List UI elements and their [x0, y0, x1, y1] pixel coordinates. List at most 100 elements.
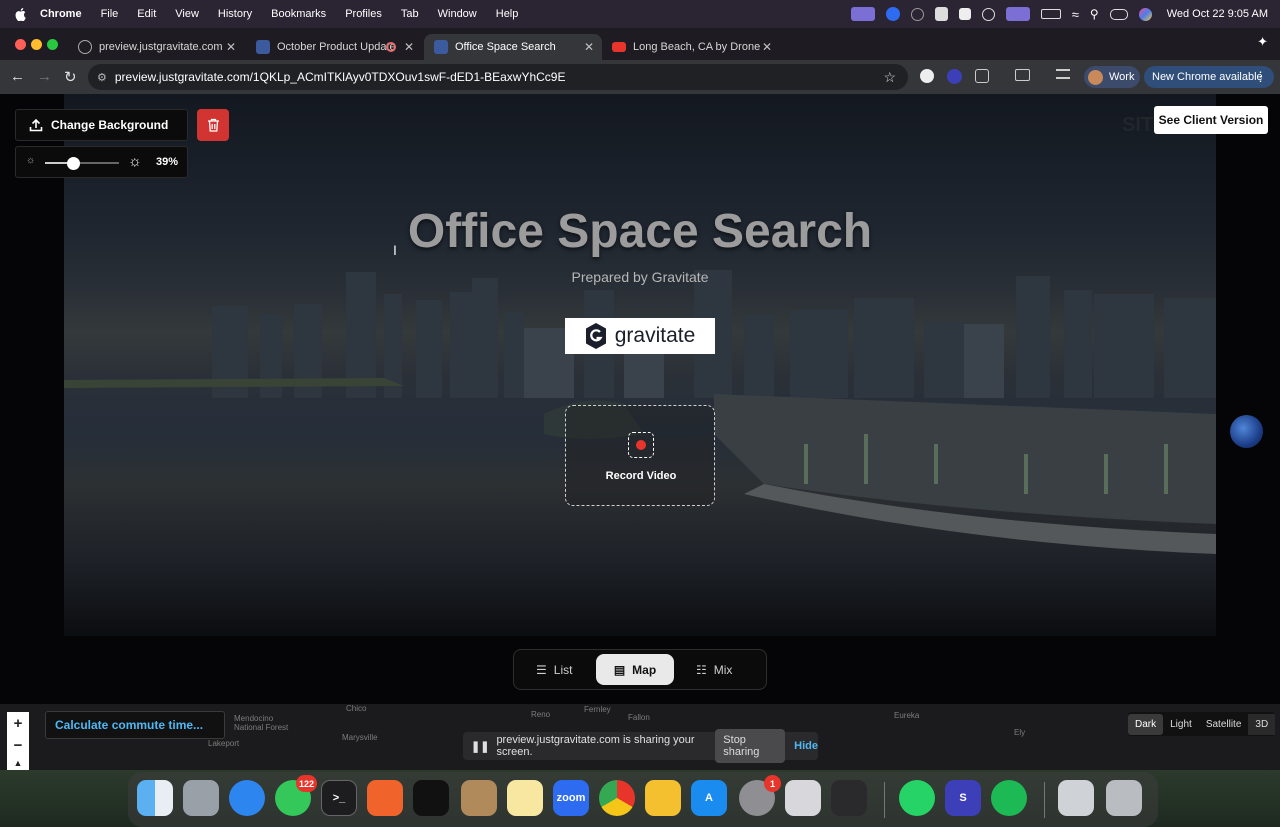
- menu-view[interactable]: View: [175, 8, 199, 20]
- media-controls-icon[interactable]: [1056, 69, 1070, 79]
- system-settings-icon[interactable]: 1: [739, 775, 781, 816]
- extension-tray-icon[interactable]: [934, 7, 948, 21]
- whatsapp-icon[interactable]: [899, 780, 935, 816]
- map-type-3d[interactable]: 3D: [1248, 713, 1276, 735]
- safari-icon[interactable]: [229, 780, 265, 816]
- siri-icon[interactable]: [1138, 7, 1152, 21]
- tab-close-icon[interactable]: ✕: [762, 40, 772, 54]
- hide-banner-button[interactable]: Hide: [794, 740, 818, 752]
- zoom-in-button[interactable]: +: [7, 712, 29, 734]
- contacts-icon[interactable]: [461, 780, 497, 816]
- menu-app-name[interactable]: Chrome: [40, 8, 82, 20]
- view-list-button[interactable]: ☰ List: [536, 654, 596, 685]
- menu-help[interactable]: Help: [496, 8, 519, 20]
- iphone-mirroring-icon[interactable]: [785, 780, 821, 816]
- window-close-button[interactable]: [15, 39, 26, 50]
- map-type-dark[interactable]: Dark: [1128, 713, 1164, 735]
- gravitate-logo[interactable]: gravitate: [565, 318, 715, 354]
- wifi-icon[interactable]: ≈: [1072, 7, 1079, 22]
- menu-file[interactable]: File: [101, 8, 119, 20]
- text-cursor-icon: I: [393, 242, 397, 258]
- tab-close-icon[interactable]: ✕: [584, 40, 594, 54]
- macos-menu-bar: Chrome File Edit View History Bookmarks …: [0, 0, 1280, 28]
- zoom-out-button[interactable]: −: [7, 734, 29, 756]
- finder-icon[interactable]: [137, 780, 173, 816]
- apple-icon[interactable]: [14, 7, 28, 21]
- site-info-icon[interactable]: ⚙: [97, 71, 107, 84]
- map-type-light[interactable]: Light: [1163, 714, 1199, 735]
- app-icon[interactable]: [413, 780, 449, 816]
- page-subtitle[interactable]: Prepared by Gravitate: [0, 269, 1280, 285]
- cube-tray-icon[interactable]: [958, 8, 971, 20]
- kebab-menu-icon[interactable]: ⋮: [1254, 69, 1267, 85]
- brightness-slider-thumb[interactable]: [67, 156, 81, 170]
- menu-bookmarks[interactable]: Bookmarks: [271, 8, 326, 20]
- tab-close-icon[interactable]: ✕: [404, 40, 414, 54]
- notes-icon[interactable]: [507, 780, 543, 816]
- profile-button[interactable]: Work: [1084, 66, 1140, 88]
- map-type-satellite[interactable]: Satellite: [1199, 714, 1249, 735]
- bookmark-star-icon[interactable]: ☆: [883, 69, 896, 86]
- menu-history[interactable]: History: [218, 8, 252, 20]
- page-title[interactable]: Office Space Search: [0, 204, 1280, 259]
- back-button[interactable]: ←: [10, 68, 25, 85]
- see-client-version-button[interactable]: See Client Version: [1154, 106, 1268, 134]
- tab-search-icon[interactable]: [1015, 69, 1030, 81]
- globe-tray-icon[interactable]: [910, 7, 924, 21]
- tab-preview[interactable]: preview.justgravitate.com ✕: [68, 34, 244, 60]
- chrome-icon[interactable]: [599, 780, 635, 816]
- forward-button[interactable]: →: [37, 68, 52, 85]
- chrome-update-button[interactable]: New Chrome available ⋮: [1144, 66, 1274, 88]
- compass-button[interactable]: ▲: [7, 756, 29, 770]
- commute-time-input[interactable]: Calculate commute time...: [45, 711, 225, 739]
- globe-icon[interactable]: [1230, 415, 1263, 448]
- tab-long-beach-drone[interactable]: Long Beach, CA by Drone - Y ✕: [602, 34, 780, 60]
- view-map-button[interactable]: ▤ Map: [596, 654, 674, 685]
- avatar: [1088, 69, 1103, 85]
- menu-window[interactable]: Window: [438, 8, 477, 20]
- address-bar[interactable]: ⚙ preview.justgravitate.com/1QKLp_ACmITK…: [88, 64, 908, 90]
- change-background-button[interactable]: Change Background: [15, 109, 188, 141]
- gemini-sparkle-icon[interactable]: ✦: [1257, 34, 1268, 50]
- scanner-icon[interactable]: [1058, 780, 1094, 816]
- terminal-icon[interactable]: >_: [321, 780, 357, 816]
- window-zoom-button[interactable]: [47, 39, 58, 50]
- address-url[interactable]: preview.justgravitate.com/1QKLp_ACmITKlA…: [115, 70, 566, 84]
- tab-office-space-search[interactable]: Office Space Search ✕: [424, 34, 602, 60]
- layers-app-icon[interactable]: [831, 780, 867, 816]
- zoom-app-icon[interactable]: zoom: [553, 780, 589, 816]
- screen-record-icon[interactable]: [850, 7, 875, 21]
- tab-close-icon[interactable]: ✕: [226, 40, 236, 54]
- brightness-slider[interactable]: [45, 156, 119, 170]
- extension-icon[interactable]: [920, 69, 934, 83]
- messages-icon[interactable]: 122: [275, 775, 317, 816]
- stop-sharing-button[interactable]: Stop sharing: [715, 729, 786, 763]
- reload-button[interactable]: ↻: [64, 68, 77, 86]
- cyberduck-icon[interactable]: [645, 780, 681, 816]
- screen-mirror-icon[interactable]: [1005, 7, 1030, 21]
- menu-edit[interactable]: Edit: [137, 8, 156, 20]
- delete-background-button[interactable]: [197, 109, 229, 141]
- map-area[interactable]: + − ▲ Calculate commute time... Chico Me…: [0, 704, 1280, 770]
- menu-tab[interactable]: Tab: [401, 8, 419, 20]
- battery-icon[interactable]: [1040, 9, 1061, 19]
- extension-s-icon[interactable]: [947, 69, 962, 84]
- app-store-icon[interactable]: A: [691, 780, 727, 816]
- brightness-value: 39%: [155, 156, 178, 168]
- play-tray-icon[interactable]: [981, 7, 995, 21]
- view-mix-button[interactable]: ☷ Mix: [696, 654, 756, 685]
- launchpad-icon[interactable]: [183, 780, 219, 816]
- menu-profiles[interactable]: Profiles: [345, 8, 382, 20]
- zoom-tray-icon[interactable]: [885, 7, 900, 21]
- trash-icon[interactable]: [1106, 780, 1142, 816]
- control-center-icon[interactable]: [1109, 8, 1128, 20]
- search-icon[interactable]: ⚲: [1090, 7, 1099, 21]
- s-app-icon[interactable]: S: [945, 780, 981, 816]
- brave-icon[interactable]: [367, 780, 403, 816]
- puzzle-extensions-icon[interactable]: [975, 69, 989, 83]
- window-minimize-button[interactable]: [31, 39, 42, 50]
- record-video-button[interactable]: Record Video: [565, 405, 715, 506]
- menu-clock[interactable]: Wed Oct 22 9:05 AM: [1167, 8, 1268, 20]
- tab-october-update[interactable]: October Product Update ✕: [246, 34, 422, 60]
- spotify-icon[interactable]: [991, 780, 1027, 816]
